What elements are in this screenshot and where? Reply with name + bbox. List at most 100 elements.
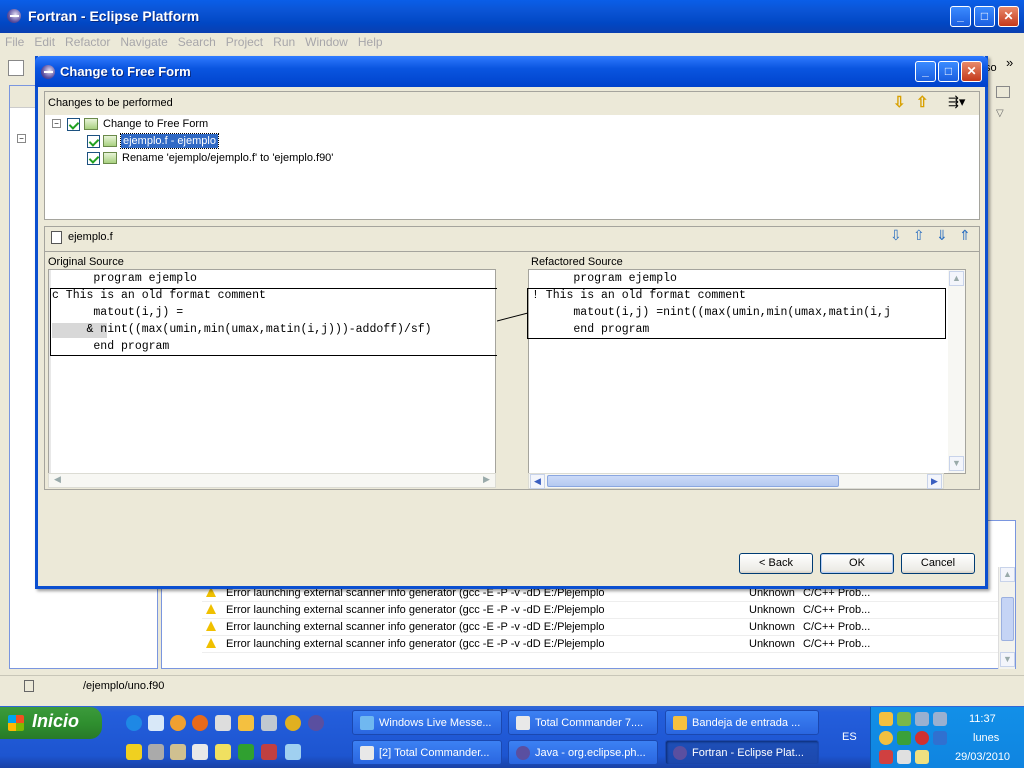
scroll-right-icon[interactable]: ▶: [479, 473, 494, 488]
tray-puzzle-icon[interactable]: [897, 731, 911, 745]
tray-app-icon[interactable]: [879, 731, 893, 745]
problem-row[interactable]: Error launching external scanner info ge…: [202, 619, 1002, 636]
media-player-icon[interactable]: [170, 715, 186, 731]
dialog-title-bar[interactable]: Change to Free Form _ □ ✕: [35, 56, 988, 87]
scroll-left-icon[interactable]: ◀: [530, 474, 545, 489]
tray-bluetooth-icon[interactable]: [933, 731, 947, 745]
rename-checkbox[interactable]: [87, 152, 100, 165]
menu-edit[interactable]: Edit: [29, 33, 60, 51]
problem-row[interactable]: Error launching external scanner info ge…: [202, 636, 1002, 653]
tree-item-rename[interactable]: Rename 'ejemplo/ejemplo.f' to 'ejemplo.f…: [122, 152, 333, 164]
tray-shield-icon[interactable]: [915, 731, 929, 745]
desktop-icon[interactable]: [148, 715, 164, 731]
ie-icon[interactable]: [126, 715, 142, 731]
tray-network-icon[interactable]: [897, 712, 911, 726]
view-menu-icon[interactable]: ▽: [996, 108, 1004, 119]
scroll-up-icon[interactable]: ▲: [949, 271, 964, 286]
scroll-thumb[interactable]: [1001, 597, 1014, 641]
eclipse-quick-icon[interactable]: [308, 715, 324, 731]
previous-change-icon[interactable]: ⇧: [916, 93, 929, 111]
tray-monitor2-icon[interactable]: [933, 712, 947, 726]
dialog-maximize-button[interactable]: □: [938, 61, 959, 82]
maximize-view-icon[interactable]: [996, 86, 1010, 98]
tree-root-label[interactable]: Change to Free Form: [103, 118, 208, 130]
clock-icon[interactable]: [238, 715, 254, 731]
task-messenger[interactable]: Windows Live Messe...: [352, 710, 502, 735]
refactored-line: program ejemplo: [532, 272, 677, 285]
tray-monitor-icon[interactable]: [915, 712, 929, 726]
ok-button[interactable]: OK: [820, 553, 894, 574]
search-icon[interactable]: [126, 744, 142, 760]
original-hscrollbar[interactable]: ◀ ▶: [48, 473, 496, 488]
menu-help[interactable]: Help: [353, 33, 388, 51]
tray-usb-icon[interactable]: [915, 750, 929, 764]
menu-project[interactable]: Project: [221, 33, 268, 51]
firefox-icon[interactable]: [192, 715, 208, 731]
folder-icon[interactable]: [170, 744, 186, 760]
main-title-bar[interactable]: Fortran - Eclipse Platform _ □ ✕: [0, 0, 1024, 33]
calc-icon[interactable]: [238, 744, 254, 760]
next-change-compare-icon[interactable]: ⇓: [936, 227, 948, 244]
scroll-up-icon[interactable]: ▲: [1000, 567, 1015, 582]
menu-window[interactable]: Window: [300, 33, 353, 51]
tray-mail-icon[interactable]: [879, 750, 893, 764]
task-total-commander-2[interactable]: [2] Total Commander...: [352, 740, 502, 765]
tray-volume-icon[interactable]: [897, 750, 911, 764]
scroll-right-icon[interactable]: ▶: [927, 474, 942, 489]
tree-collapse-icon[interactable]: −: [52, 119, 61, 128]
filter-icon[interactable]: ⇶▾: [948, 94, 965, 110]
notes-icon[interactable]: [215, 744, 231, 760]
problem-row[interactable]: Error launching external scanner info ge…: [202, 602, 1002, 619]
previous-change-compare-icon[interactable]: ⇑: [959, 227, 971, 244]
task-total-commander[interactable]: Total Commander 7....: [508, 710, 658, 735]
next-change-icon[interactable]: ⇩: [893, 93, 906, 111]
minimize-button[interactable]: _: [950, 6, 971, 27]
refactored-vscrollbar[interactable]: ▲ ▼: [948, 270, 965, 473]
tray-clock-icon[interactable]: [879, 712, 893, 726]
refactored-hscrollbar[interactable]: ◀ ▶: [528, 473, 944, 489]
tool-icon[interactable]: [148, 744, 164, 760]
maximize-button[interactable]: □: [974, 6, 995, 27]
scroll-thumb[interactable]: [547, 475, 839, 487]
start-button[interactable]: Inicio: [0, 707, 102, 739]
task-java-eclipse[interactable]: Java - org.eclipse.ph...: [508, 740, 658, 765]
clock-time[interactable]: 11:37: [969, 713, 996, 725]
root-checkbox[interactable]: [67, 118, 80, 131]
disk-icon[interactable]: [215, 715, 231, 731]
clock-date: 29/03/2010: [955, 751, 1011, 763]
menu-search[interactable]: Search: [173, 33, 221, 51]
back-button[interactable]: < Back: [739, 553, 813, 574]
new-wizard-icon[interactable]: [8, 60, 24, 76]
scroll-down-icon[interactable]: ▼: [949, 456, 964, 471]
collapse-icon[interactable]: −: [17, 134, 26, 143]
scroll-down-icon[interactable]: ▼: [1000, 652, 1015, 667]
menu-refactor[interactable]: Refactor: [60, 33, 115, 51]
house-icon[interactable]: [261, 744, 277, 760]
close-button[interactable]: ✕: [998, 6, 1019, 27]
language-indicator[interactable]: ES: [842, 731, 857, 743]
original-source-pane[interactable]: program ejemplo c This is an old format …: [48, 269, 499, 474]
menu-file[interactable]: File: [0, 33, 29, 51]
keyboard-icon[interactable]: [192, 744, 208, 760]
app-icon[interactable]: [285, 715, 301, 731]
problems-scrollbar[interactable]: ▲ ▼: [998, 567, 1015, 669]
menu-navigate[interactable]: Navigate: [115, 33, 172, 51]
task-mail[interactable]: Bandeja de entrada ...: [665, 710, 819, 735]
file-change-checkbox[interactable]: [87, 135, 100, 148]
refactored-source-pane[interactable]: program ejemplo ! This is an old format …: [527, 269, 966, 474]
previous-difference-icon[interactable]: ⇧: [913, 227, 925, 244]
task-fortran-eclipse[interactable]: Fortran - Eclipse Plat...: [665, 740, 819, 765]
cancel-button[interactable]: Cancel: [901, 553, 975, 574]
fast-view-icon[interactable]: [24, 680, 34, 692]
warning-icon: [206, 604, 216, 614]
box-icon[interactable]: [285, 744, 301, 760]
dialog-minimize-button[interactable]: _: [915, 61, 936, 82]
change-icon: [84, 118, 98, 130]
next-difference-icon[interactable]: ⇩: [890, 227, 902, 244]
dialog-close-button[interactable]: ✕: [961, 61, 982, 82]
toolbar-chevron[interactable]: »: [1006, 55, 1013, 70]
tree-item-file-change[interactable]: ejemplo.f - ejemplo: [120, 133, 219, 149]
network-icon[interactable]: [261, 715, 277, 731]
menu-run[interactable]: Run: [268, 33, 300, 51]
scroll-left-icon[interactable]: ◀: [50, 473, 65, 488]
